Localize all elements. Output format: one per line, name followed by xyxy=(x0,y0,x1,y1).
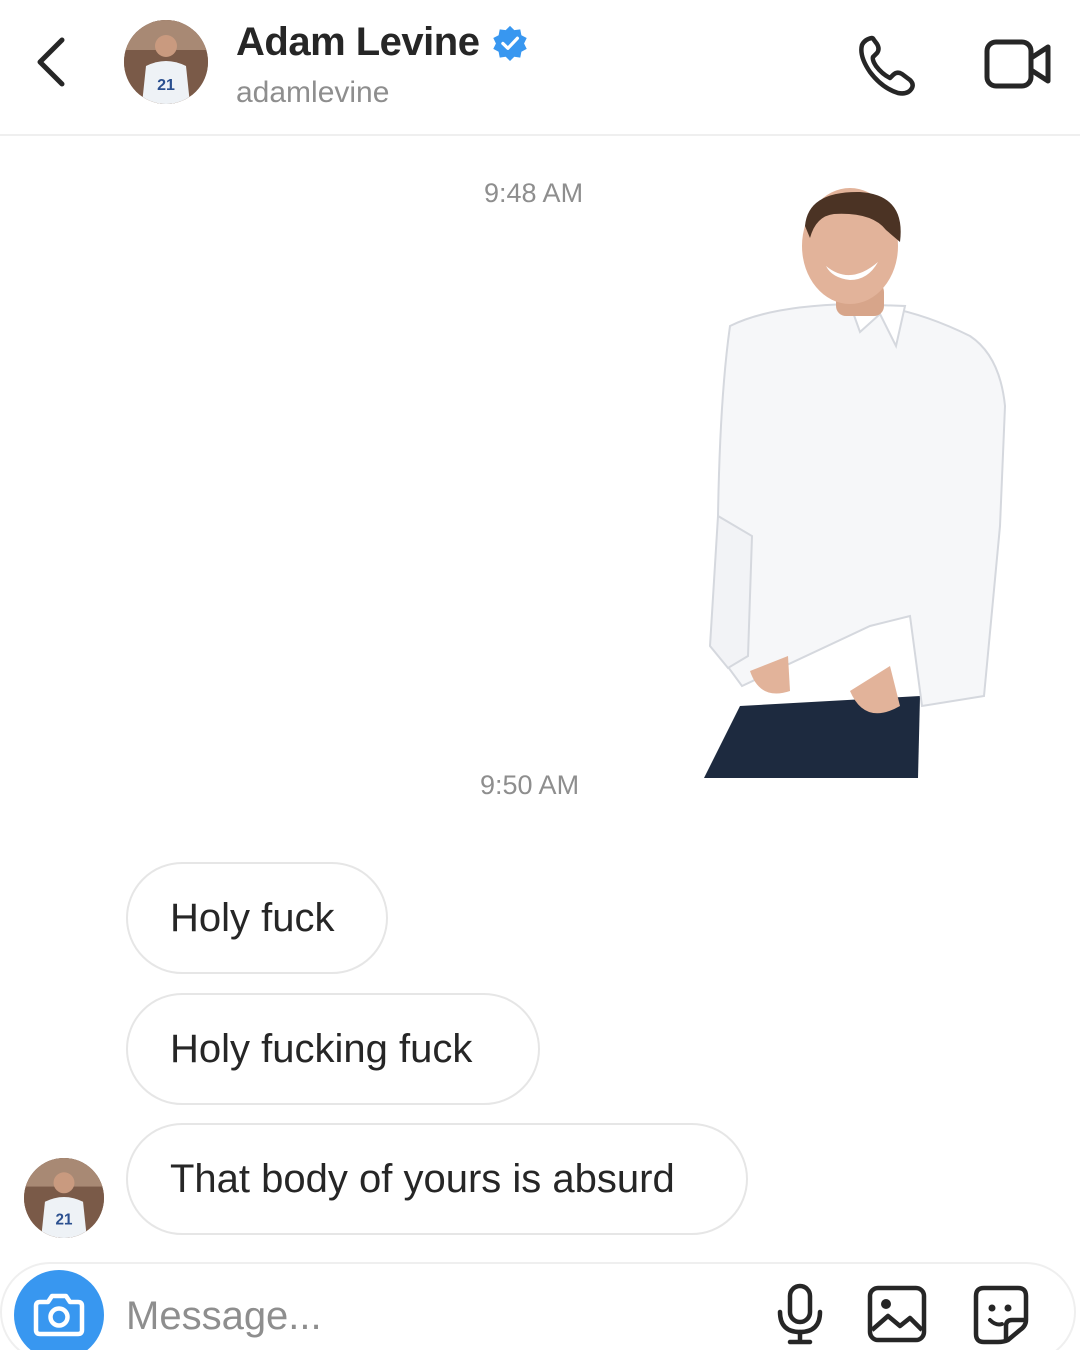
back-chevron-icon[interactable] xyxy=(28,30,78,94)
message-timestamp: 9:50 AM xyxy=(480,770,580,800)
sticker-icon[interactable] xyxy=(968,1282,1034,1346)
received-message-bubble[interactable]: That body of yours is absurd xyxy=(126,1123,748,1235)
verified-badge-icon xyxy=(491,24,529,62)
sender-avatar[interactable]: 21 xyxy=(24,1158,104,1238)
camera-icon[interactable] xyxy=(14,1270,104,1350)
video-camera-icon[interactable] xyxy=(982,34,1054,94)
contact-handle: adamlevine xyxy=(236,76,390,109)
phone-icon[interactable] xyxy=(852,30,922,100)
contact-name[interactable]: Adam Levine xyxy=(236,20,480,65)
received-message-bubble[interactable]: Holy fuck xyxy=(126,862,388,974)
received-message-bubble[interactable]: Holy fucking fuck xyxy=(126,993,540,1105)
svg-text:21: 21 xyxy=(56,1212,73,1229)
shared-photo[interactable] xyxy=(700,186,1030,778)
message-timestamp: 9:48 AM xyxy=(484,178,584,208)
message-input[interactable] xyxy=(126,1288,726,1344)
chat-header: 21 Adam Levine adamlevine xyxy=(0,0,1080,136)
gallery-icon[interactable] xyxy=(866,1284,928,1344)
profile-avatar[interactable]: 21 xyxy=(124,20,208,104)
svg-text:21: 21 xyxy=(157,77,175,94)
microphone-icon[interactable] xyxy=(772,1282,828,1346)
